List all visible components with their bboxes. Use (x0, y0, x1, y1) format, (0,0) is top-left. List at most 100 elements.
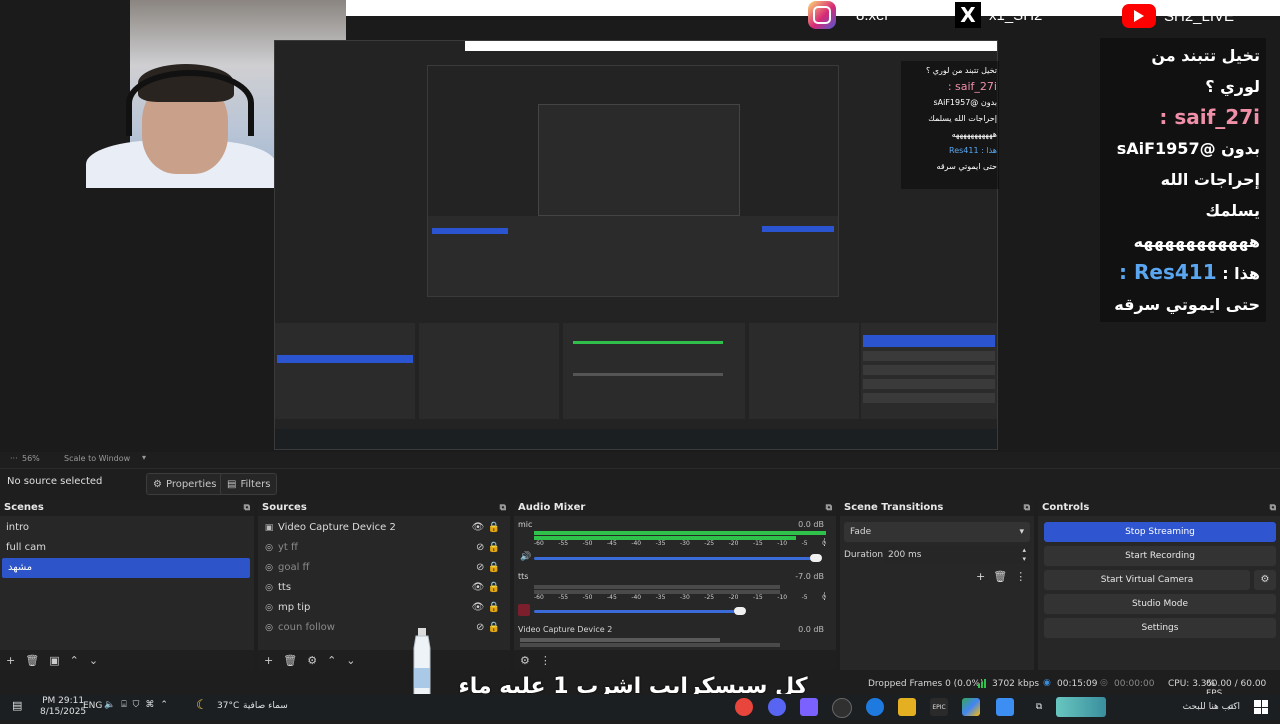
mic-level-meter (534, 531, 826, 535)
popout-icon[interactable]: ⧉ (500, 500, 506, 516)
discord-icon[interactable] (768, 698, 786, 716)
trash-icon[interactable]: 🗑 (283, 654, 297, 667)
kebab-menu-icon[interactable]: ⋮ (820, 592, 829, 602)
settings-button[interactable]: Settings (1044, 618, 1276, 638)
scene-item-selected[interactable]: مشهد (2, 558, 250, 578)
edge-icon[interactable] (866, 698, 884, 716)
source-item[interactable]: ◎ tts 👁 🔒 (258, 578, 510, 598)
weather-temp[interactable]: 37°C (217, 701, 239, 711)
lock-icon[interactable]: 🔒 (488, 522, 500, 533)
scene-transitions-title: Scene Transitions ⧉ (840, 500, 1034, 516)
file-explorer-icon[interactable] (898, 698, 916, 716)
rec-time: 00:00:00 (1114, 679, 1155, 689)
source-item[interactable]: ◎ coun follow ⊘ 🔒 (258, 618, 510, 638)
weather-moon-icon: ☾ (196, 698, 208, 713)
kebab-menu-icon[interactable]: ⋮ (540, 654, 551, 667)
source-item[interactable]: ◎ goal ff ⊘ 🔒 (258, 558, 510, 578)
channel-db-tts: -7.0 dB (795, 572, 824, 581)
properties-button[interactable]: ⚙ Properties (146, 473, 224, 495)
mic-volume-knob[interactable] (810, 554, 822, 562)
lock-icon[interactable]: 🔒 (488, 582, 500, 593)
language-indicator[interactable]: ENG (83, 701, 102, 711)
popout-icon[interactable]: ⧉ (1270, 500, 1276, 516)
scenes-dock: Scenes ⧉ intro full cam مشهد + 🗑 ▣ ⌃ ⌄ (0, 500, 254, 670)
program-preview[interactable]: 8.xel X x1_SH2 SH2_LIVE تخيل تتبند من لو… (0, 0, 1280, 452)
lock-icon[interactable]: 🔒 (488, 622, 500, 633)
weather-desc[interactable]: سماء صافية (243, 701, 288, 711)
lock-icon[interactable]: 🔒 (488, 542, 500, 553)
clock[interactable]: PM 29:11 8/15/2025 (40, 696, 86, 718)
app-icon[interactable] (800, 698, 818, 716)
popout-icon[interactable]: ⧉ (1024, 500, 1030, 516)
scale-dropdown-icon[interactable]: ▾ (142, 453, 146, 462)
notification-icon[interactable]: ▤ (12, 699, 22, 712)
virtual-camera-settings-button[interactable]: ⚙ (1254, 570, 1276, 590)
kebab-menu-icon[interactable]: ⋮ (1015, 570, 1026, 583)
epic-games-icon[interactable]: EPIC (930, 698, 948, 716)
eye-icon[interactable]: 👁 (472, 522, 485, 533)
channel-name-mic: mic (518, 520, 533, 529)
lock-icon[interactable]: 🔒 (488, 562, 500, 573)
duration-input[interactable]: 200 ms ▴ ▾ (884, 546, 1030, 564)
gear-icon[interactable]: ⚙ (307, 654, 317, 667)
tray-icons: 🔈 ⌸ ⛉ ⌘ ⌃ (104, 700, 168, 710)
volume-icon[interactable]: 🔈 (104, 700, 115, 710)
transition-select[interactable]: Fade ▾ (844, 522, 1030, 542)
start-recording-button[interactable]: Start Recording (1044, 546, 1276, 566)
move-down-icon[interactable]: ⌄ (346, 654, 355, 667)
zoom-level[interactable]: 56% (22, 454, 40, 463)
source-item[interactable]: ▣ Video Capture Device 2 👁 🔒 (258, 518, 510, 538)
scenes-footer: + 🗑 ▣ ⌃ ⌄ (0, 650, 254, 670)
mic-volume-slider[interactable] (534, 557, 816, 560)
studio-mode-button[interactable]: Studio Mode (1044, 594, 1276, 614)
filter-icon[interactable]: ▣ (49, 654, 59, 667)
eye-hidden-icon[interactable]: ⊘ (476, 622, 484, 633)
bluetooth-icon[interactable]: ⌘ (145, 700, 154, 710)
advanced-audio-icon[interactable]: ⚙ (520, 654, 530, 667)
windows-start-icon[interactable] (1254, 700, 1268, 714)
move-down-icon[interactable]: ⌄ (89, 654, 98, 667)
scene-item[interactable]: intro (0, 518, 254, 538)
popout-icon[interactable]: ⧉ (244, 500, 250, 516)
stop-streaming-button[interactable]: Stop Streaming (1044, 522, 1276, 542)
speaker-icon[interactable]: 🔊 (520, 552, 531, 562)
source-item[interactable]: ◎ yt ff ⊘ 🔒 (258, 538, 510, 558)
channel-db-mic: 0.0 dB (798, 520, 824, 529)
add-icon[interactable]: + (6, 654, 15, 667)
tts-volume-slider[interactable] (534, 610, 740, 613)
eye-hidden-icon[interactable]: ⊘ (476, 562, 484, 573)
muted-speaker-icon[interactable] (518, 604, 530, 616)
filters-button[interactable]: ▤ Filters (220, 473, 278, 495)
browser-icon: ◎ (265, 543, 273, 553)
scale-mode[interactable]: Scale to Window (64, 454, 130, 463)
tts-volume-knob[interactable] (734, 607, 746, 615)
taskbar-search[interactable]: اكتب هنا للبحث (1110, 697, 1246, 717)
task-view-icon[interactable]: ⧉ (1030, 698, 1048, 716)
shield-icon[interactable]: ⛉ (133, 700, 140, 710)
chrome-icon[interactable] (735, 698, 753, 716)
move-up-icon[interactable]: ⌃ (70, 654, 79, 667)
source-item[interactable]: ◎ mp tip 👁 🔒 (258, 598, 510, 618)
network-icon[interactable]: ⌸ (121, 700, 126, 710)
store-icon[interactable] (996, 698, 1014, 716)
eye-hidden-icon[interactable]: ⊘ (476, 542, 484, 553)
add-icon[interactable]: + (976, 570, 985, 583)
scene-item[interactable]: full cam (0, 538, 254, 558)
chevron-down-icon: ▾ (1019, 527, 1024, 537)
start-virtual-camera-button[interactable]: Start Virtual Camera (1044, 570, 1250, 590)
lock-icon[interactable]: 🔒 (488, 602, 500, 613)
eye-icon[interactable]: 👁 (472, 602, 485, 613)
popout-icon[interactable]: ⧉ (826, 500, 832, 516)
chevron-up-icon[interactable]: ⌃ (160, 700, 168, 710)
trash-icon[interactable]: 🗑 (25, 654, 39, 667)
kebab-menu-icon[interactable]: ⋮ (820, 538, 829, 548)
trash-icon[interactable]: 🗑 (993, 570, 1007, 583)
play-games-icon[interactable] (962, 698, 980, 716)
obs-icon[interactable] (832, 698, 852, 718)
eye-icon[interactable]: 👁 (472, 582, 485, 593)
browser-icon: ◎ (265, 583, 273, 593)
search-highlight-image (1056, 697, 1106, 717)
move-up-icon[interactable]: ⌃ (327, 654, 336, 667)
add-icon[interactable]: + (264, 654, 273, 667)
duration-label: Duration (844, 550, 884, 560)
